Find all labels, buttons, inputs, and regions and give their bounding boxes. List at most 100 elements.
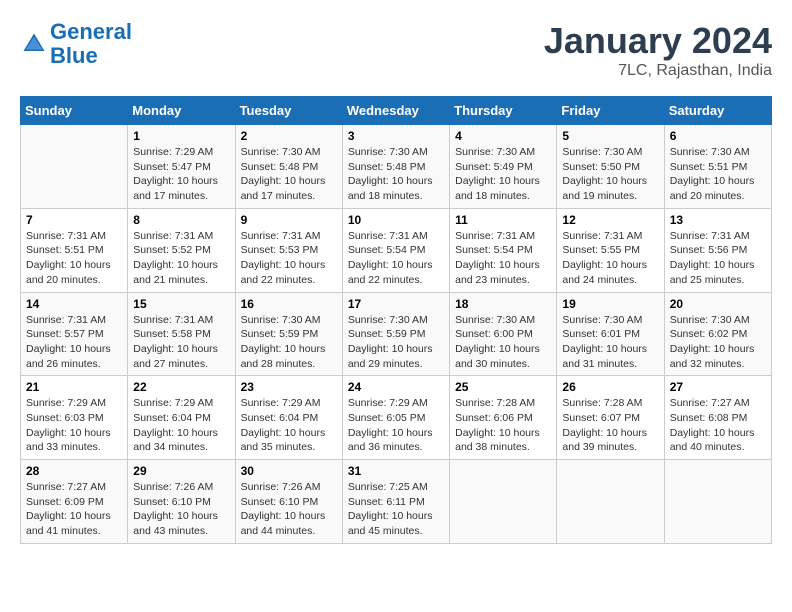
- header-friday: Friday: [557, 97, 664, 125]
- day-info: Sunrise: 7:26 AMSunset: 6:10 PMDaylight:…: [241, 480, 337, 539]
- day-number: 21: [26, 380, 122, 394]
- day-info: Sunrise: 7:31 AMSunset: 5:58 PMDaylight:…: [133, 313, 229, 372]
- day-number: 25: [455, 380, 551, 394]
- calendar-cell: 29 Sunrise: 7:26 AMSunset: 6:10 PMDayligh…: [128, 460, 235, 544]
- day-info: Sunrise: 7:28 AMSunset: 6:06 PMDaylight:…: [455, 396, 551, 455]
- day-number: 3: [348, 129, 444, 143]
- day-info: Sunrise: 7:29 AMSunset: 5:47 PMDaylight:…: [133, 145, 229, 204]
- day-number: 30: [241, 464, 337, 478]
- day-info: Sunrise: 7:30 AMSunset: 6:02 PMDaylight:…: [670, 313, 766, 372]
- calendar-cell: [21, 125, 128, 209]
- day-number: 16: [241, 297, 337, 311]
- calendar-week-row: 28 Sunrise: 7:27 AMSunset: 6:09 PMDayligh…: [21, 460, 772, 544]
- calendar-cell: 23 Sunrise: 7:29 AMSunset: 6:04 PMDayligh…: [235, 376, 342, 460]
- title-block: January 2024 7LC, Rajasthan, India: [544, 20, 772, 80]
- day-info: Sunrise: 7:29 AMSunset: 6:04 PMDaylight:…: [241, 396, 337, 455]
- day-number: 13: [670, 213, 766, 227]
- calendar-cell: [557, 460, 664, 544]
- day-number: 4: [455, 129, 551, 143]
- calendar-cell: 20 Sunrise: 7:30 AMSunset: 6:02 PMDayligh…: [664, 292, 771, 376]
- day-number: 10: [348, 213, 444, 227]
- calendar-cell: 2 Sunrise: 7:30 AMSunset: 5:48 PMDaylight…: [235, 125, 342, 209]
- header-sunday: Sunday: [21, 97, 128, 125]
- calendar-cell: 3 Sunrise: 7:30 AMSunset: 5:48 PMDaylight…: [342, 125, 449, 209]
- calendar-cell: 31 Sunrise: 7:25 AMSunset: 6:11 PMDayligh…: [342, 460, 449, 544]
- day-info: Sunrise: 7:30 AMSunset: 5:48 PMDaylight:…: [241, 145, 337, 204]
- day-info: Sunrise: 7:30 AMSunset: 5:59 PMDaylight:…: [348, 313, 444, 372]
- logo-line2: Blue: [50, 43, 98, 68]
- calendar-cell: 19Sunrise: 7:30 AMSunset: 6:01 PMDayligh…: [557, 292, 664, 376]
- header-saturday: Saturday: [664, 97, 771, 125]
- day-info: Sunrise: 7:28 AMSunset: 6:07 PMDaylight:…: [562, 396, 658, 455]
- calendar-cell: [664, 460, 771, 544]
- day-number: 23: [241, 380, 337, 394]
- day-number: 17: [348, 297, 444, 311]
- day-info: Sunrise: 7:29 AMSunset: 6:03 PMDaylight:…: [26, 396, 122, 455]
- day-info: Sunrise: 7:31 AMSunset: 5:52 PMDaylight:…: [133, 229, 229, 288]
- calendar-cell: 22Sunrise: 7:29 AMSunset: 6:04 PMDayligh…: [128, 376, 235, 460]
- day-number: 24: [348, 380, 444, 394]
- day-number: 18: [455, 297, 551, 311]
- calendar-cell: 18 Sunrise: 7:30 AMSunset: 6:00 PMDayligh…: [450, 292, 557, 376]
- day-info: Sunrise: 7:31 AMSunset: 5:51 PMDaylight:…: [26, 229, 122, 288]
- header-monday: Monday: [128, 97, 235, 125]
- day-info: Sunrise: 7:25 AMSunset: 6:11 PMDaylight:…: [348, 480, 444, 539]
- logo: General Blue: [20, 20, 132, 68]
- day-info: Sunrise: 7:30 AMSunset: 6:00 PMDaylight:…: [455, 313, 551, 372]
- calendar-cell: 21 Sunrise: 7:29 AMSunset: 6:03 PMDayligh…: [21, 376, 128, 460]
- day-info: Sunrise: 7:30 AMSunset: 6:01 PMDaylight:…: [562, 313, 658, 372]
- day-info: Sunrise: 7:30 AMSunset: 5:48 PMDaylight:…: [348, 145, 444, 204]
- calendar-cell: 14Sunrise: 7:31 AMSunset: 5:57 PMDayligh…: [21, 292, 128, 376]
- day-info: Sunrise: 7:27 AMSunset: 6:09 PMDaylight:…: [26, 480, 122, 539]
- calendar-cell: 7 Sunrise: 7:31 AMSunset: 5:51 PMDaylight…: [21, 208, 128, 292]
- calendar-cell: 10 Sunrise: 7:31 AMSunset: 5:54 PMDayligh…: [342, 208, 449, 292]
- day-number: 15: [133, 297, 229, 311]
- day-number: 9: [241, 213, 337, 227]
- calendar-cell: 6Sunrise: 7:30 AMSunset: 5:51 PMDaylight…: [664, 125, 771, 209]
- day-number: 2: [241, 129, 337, 143]
- page-header: General Blue January 2024 7LC, Rajasthan…: [20, 20, 772, 80]
- header-wednesday: Wednesday: [342, 97, 449, 125]
- day-number: 14: [26, 297, 122, 311]
- day-number: 26: [562, 380, 658, 394]
- logo-icon: [20, 30, 48, 58]
- calendar-cell: 15 Sunrise: 7:31 AMSunset: 5:58 PMDayligh…: [128, 292, 235, 376]
- day-info: Sunrise: 7:31 AMSunset: 5:53 PMDaylight:…: [241, 229, 337, 288]
- subtitle: 7LC, Rajasthan, India: [544, 62, 772, 80]
- calendar-week-row: 1Sunrise: 7:29 AMSunset: 5:47 PMDaylight…: [21, 125, 772, 209]
- calendar-cell: 25 Sunrise: 7:28 AMSunset: 6:06 PMDayligh…: [450, 376, 557, 460]
- day-number: 7: [26, 213, 122, 227]
- day-number: 31: [348, 464, 444, 478]
- calendar-table: SundayMondayTuesdayWednesdayThursdayFrid…: [20, 96, 772, 544]
- day-number: 20: [670, 297, 766, 311]
- calendar-cell: 1Sunrise: 7:29 AMSunset: 5:47 PMDaylight…: [128, 125, 235, 209]
- calendar-cell: 12 Sunrise: 7:31 AMSunset: 5:55 PMDayligh…: [557, 208, 664, 292]
- calendar-cell: 11 Sunrise: 7:31 AMSunset: 5:54 PMDayligh…: [450, 208, 557, 292]
- logo-line1: General: [50, 19, 132, 44]
- calendar-cell: 8Sunrise: 7:31 AMSunset: 5:52 PMDaylight…: [128, 208, 235, 292]
- day-number: 29: [133, 464, 229, 478]
- day-info: Sunrise: 7:30 AMSunset: 5:50 PMDaylight:…: [562, 145, 658, 204]
- calendar-week-row: 14Sunrise: 7:31 AMSunset: 5:57 PMDayligh…: [21, 292, 772, 376]
- calendar-cell: 5Sunrise: 7:30 AMSunset: 5:50 PMDaylight…: [557, 125, 664, 209]
- day-info: Sunrise: 7:31 AMSunset: 5:55 PMDaylight:…: [562, 229, 658, 288]
- day-number: 12: [562, 213, 658, 227]
- header-thursday: Thursday: [450, 97, 557, 125]
- day-info: Sunrise: 7:31 AMSunset: 5:54 PMDaylight:…: [348, 229, 444, 288]
- calendar-cell: 30 Sunrise: 7:26 AMSunset: 6:10 PMDayligh…: [235, 460, 342, 544]
- calendar-week-row: 7 Sunrise: 7:31 AMSunset: 5:51 PMDaylight…: [21, 208, 772, 292]
- calendar-cell: 24Sunrise: 7:29 AMSunset: 6:05 PMDayligh…: [342, 376, 449, 460]
- calendar-cell: 17 Sunrise: 7:30 AMSunset: 5:59 PMDayligh…: [342, 292, 449, 376]
- day-info: Sunrise: 7:27 AMSunset: 6:08 PMDaylight:…: [670, 396, 766, 455]
- calendar-header-row: SundayMondayTuesdayWednesdayThursdayFrid…: [21, 97, 772, 125]
- day-number: 11: [455, 213, 551, 227]
- calendar-cell: 27Sunrise: 7:27 AMSunset: 6:08 PMDayligh…: [664, 376, 771, 460]
- day-number: 28: [26, 464, 122, 478]
- day-info: Sunrise: 7:26 AMSunset: 6:10 PMDaylight:…: [133, 480, 229, 539]
- calendar-cell: 13Sunrise: 7:31 AMSunset: 5:56 PMDayligh…: [664, 208, 771, 292]
- day-info: Sunrise: 7:31 AMSunset: 5:54 PMDaylight:…: [455, 229, 551, 288]
- calendar-cell: 16Sunrise: 7:30 AMSunset: 5:59 PMDayligh…: [235, 292, 342, 376]
- calendar-cell: 26 Sunrise: 7:28 AMSunset: 6:07 PMDayligh…: [557, 376, 664, 460]
- day-info: Sunrise: 7:30 AMSunset: 5:51 PMDaylight:…: [670, 145, 766, 204]
- calendar-cell: 9 Sunrise: 7:31 AMSunset: 5:53 PMDaylight…: [235, 208, 342, 292]
